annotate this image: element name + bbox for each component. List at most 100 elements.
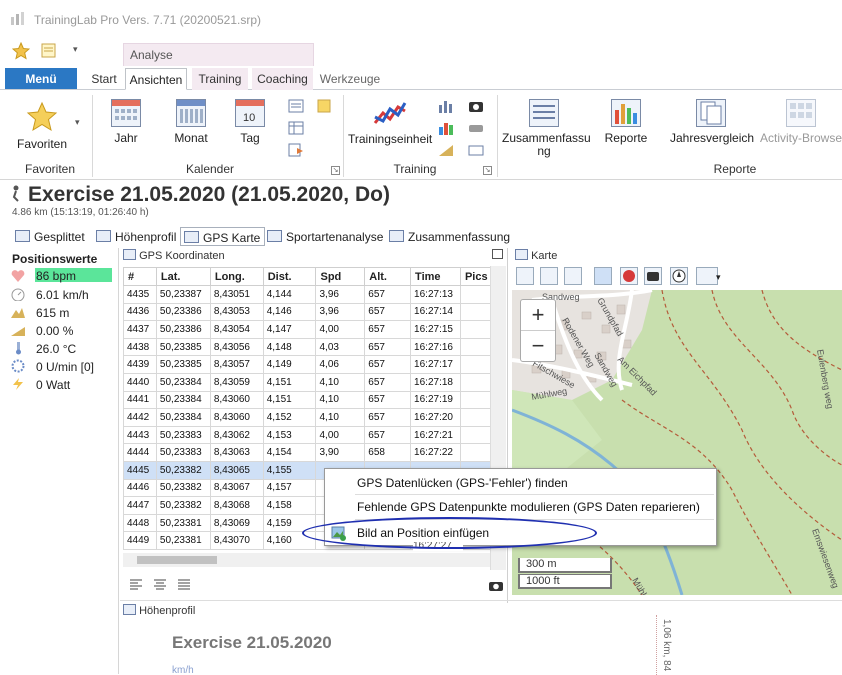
map-icon: [184, 231, 199, 243]
col-time[interactable]: Time: [410, 267, 461, 286]
col-index[interactable]: #: [123, 267, 157, 286]
table-row[interactable]: 4442 50,23384 8,43060 4,152 4,10 657 16:27:20: [123, 408, 492, 427]
zoom-out-button[interactable]: −: [521, 331, 555, 362]
activity-browser-button[interactable]: Activity-Browse: [760, 99, 842, 145]
trainingseinheit-button[interactable]: Trainingseinheit: [348, 99, 432, 146]
speedometer-icon: [10, 287, 26, 302]
hscroll-thumb[interactable]: [137, 556, 217, 564]
tab-gps-karte[interactable]: GPS Karte: [180, 227, 266, 246]
menu-item-find-gaps[interactable]: GPS Datenlücken (GPS-'Fehler') finden: [357, 476, 568, 490]
cell-index: 4435: [123, 285, 157, 304]
cell-time: 16:27:19: [410, 390, 461, 410]
cell-pics: [459, 355, 492, 374]
zoom-out-map-icon[interactable]: [564, 267, 582, 285]
tab-training[interactable]: Training: [192, 68, 248, 90]
cell-lat: 50,23385: [155, 337, 211, 357]
menu-item-modulate-points[interactable]: Fehlende GPS Datenpunkte modulieren (GPS…: [357, 500, 700, 514]
menu-separator: [355, 494, 714, 495]
table-row[interactable]: 4435 50,23387 8,43051 4,144 3,96 657 16:27:13: [123, 285, 492, 304]
tab-sportartenanalyse[interactable]: Sportartenanalyse: [264, 227, 387, 246]
cell-lat: 50,23387: [155, 285, 211, 304]
compass-icon[interactable]: [670, 267, 688, 285]
tab-zusammenfassung[interactable]: Zusammenfassung: [386, 227, 514, 246]
note-icon[interactable]: [316, 99, 332, 113]
map-select-icon[interactable]: [516, 267, 534, 285]
cell-dist: 4,155: [262, 460, 317, 480]
table-view-icon[interactable]: [288, 121, 304, 135]
align-center-icon[interactable]: [153, 578, 167, 593]
thermometer-icon: [10, 341, 26, 355]
maximize-icon[interactable]: [492, 249, 503, 259]
measure-icon[interactable]: [594, 267, 612, 285]
app-logo-icon: [10, 11, 26, 27]
col-pics[interactable]: Pics: [459, 267, 492, 286]
gps-table-header: # Lat. Long. Dist. Spd Alt. Time Pics: [123, 267, 492, 286]
training-chart-icon: [373, 99, 407, 129]
row-speed: 6.01 km/h: [10, 286, 114, 304]
keyboard-icon[interactable]: [468, 143, 484, 157]
row-slope: 0.00 %: [10, 322, 114, 340]
tab-gesplittet[interactable]: Gesplittet: [12, 227, 89, 246]
cell-alt: 657: [364, 302, 412, 322]
cell-index: 4439: [123, 355, 157, 374]
col-alt[interactable]: Alt.: [364, 267, 412, 286]
map-camera-icon[interactable]: [644, 267, 662, 285]
table-row[interactable]: 4440 50,23384 8,43059 4,151 4,10 657 16:27:18: [123, 372, 492, 392]
cell-index: 4438: [123, 337, 157, 357]
cell-dist: 4,149: [262, 355, 317, 374]
tab-menu[interactable]: Menü: [5, 68, 77, 89]
colored-bars-icon[interactable]: [438, 121, 454, 135]
bar-small-icon[interactable]: [438, 99, 454, 113]
tab-hoehenprofil[interactable]: Höhenprofil: [93, 227, 180, 246]
gps-table-hscrollbar[interactable]: [123, 553, 490, 567]
tab-werkzeuge[interactable]: Werkzeuge: [318, 68, 382, 90]
snapshot-camera-icon[interactable]: [488, 579, 504, 595]
zusammenfassung-button[interactable]: Zusammenfassu ng: [502, 99, 591, 158]
training-launcher-icon[interactable]: ↘: [483, 166, 492, 175]
star-icon[interactable]: [11, 41, 31, 63]
zoom-in-button[interactable]: +: [521, 300, 555, 331]
cell-dist: 4,158: [262, 496, 317, 515]
jahr-button[interactable]: Jahr: [104, 99, 148, 145]
cell-lat: 50,23383: [155, 425, 211, 445]
favoriten-button[interactable]: Favoriten: [14, 101, 70, 151]
qat-dropdown-icon[interactable]: ▾: [73, 44, 78, 55]
cell-dist: 4,146: [262, 302, 317, 322]
jahresvergleich-button[interactable]: Jahresvergleich: [670, 99, 754, 145]
favoriten-dropdown-icon[interactable]: ▾: [75, 117, 80, 128]
heart-icon: [10, 269, 26, 283]
reporte-button[interactable]: Reporte: [602, 99, 650, 145]
zoom-map-icon[interactable]: [540, 267, 558, 285]
kalender-launcher-icon[interactable]: ↘: [331, 166, 340, 175]
layers-dropdown-icon[interactable]: ▾: [716, 272, 721, 283]
table-row[interactable]: 4443 50,23383 8,43062 4,153 4,00 657 16:27:21: [123, 425, 492, 445]
table-row[interactable]: 4439 50,23385 8,43057 4,149 4,06 657 16:27:17: [123, 355, 492, 374]
col-spd[interactable]: Spd: [315, 267, 366, 286]
map-layers-icon[interactable]: [696, 267, 718, 285]
table-row[interactable]: 4437 50,23386 8,43054 4,147 4,00 657 16:27:15: [123, 320, 492, 339]
tab-start[interactable]: Start: [85, 68, 123, 90]
align-left-icon[interactable]: [129, 578, 143, 593]
map-canvas[interactable]: Sandweg Rodener Weg Sandweg Am Eichpfad …: [512, 290, 842, 595]
table-row[interactable]: 4436 50,23386 8,43053 4,146 3,96 657 16:27:14: [123, 302, 492, 322]
export-icon[interactable]: [288, 143, 304, 157]
tag-button[interactable]: 10 Tag: [232, 99, 268, 145]
table-row[interactable]: 4438 50,23385 8,43056 4,148 4,03 657 16:27:16: [123, 337, 492, 357]
gray-bar-icon[interactable]: [468, 121, 484, 135]
cell-long: 8,43067: [209, 478, 264, 498]
col-long[interactable]: Long.: [209, 267, 264, 286]
table-row[interactable]: 4441 50,23384 8,43060 4,151 4,10 657 16:27:19: [123, 390, 492, 410]
tab-ansichten[interactable]: Ansichten: [125, 68, 187, 90]
tab-coaching[interactable]: Coaching: [252, 68, 313, 90]
cell-spd: 3,90: [315, 443, 366, 462]
camera-icon[interactable]: [468, 99, 484, 113]
list-view-icon[interactable]: [288, 99, 304, 113]
slope-chart-icon[interactable]: [438, 143, 454, 157]
table-row[interactable]: 4444 50,23383 8,43063 4,154 3,90 658 16:27:22: [123, 443, 492, 462]
magnet-icon[interactable]: [620, 267, 638, 285]
monat-button[interactable]: Monat: [168, 99, 214, 145]
col-dist[interactable]: Dist.: [262, 267, 317, 286]
align-justify-icon[interactable]: [177, 578, 191, 593]
col-lat[interactable]: Lat.: [155, 267, 211, 286]
notes-icon[interactable]: [40, 42, 58, 63]
